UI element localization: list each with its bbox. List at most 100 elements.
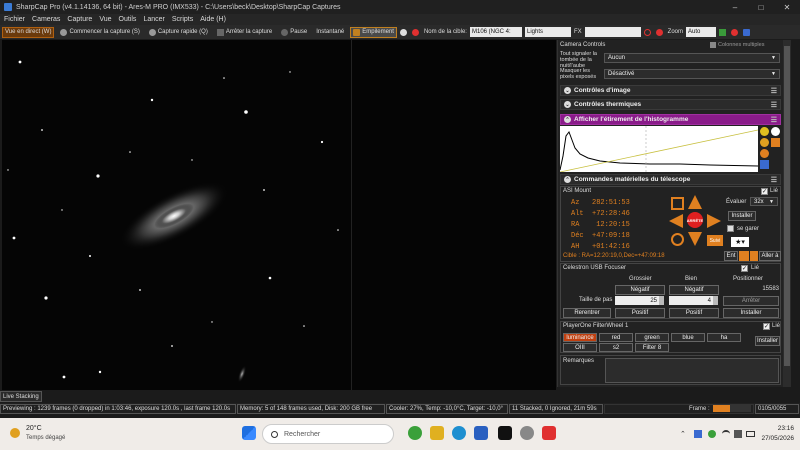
filter-s2-button[interactable]: s2 xyxy=(599,343,633,352)
retract-button[interactable]: Rerentrer xyxy=(563,308,611,318)
tray-chevron-icon[interactable]: ⌃ xyxy=(680,430,686,438)
zoom-select[interactable]: Auto xyxy=(686,27,716,37)
coarse-negative-button[interactable]: Négatif xyxy=(615,285,665,295)
filter-ha-button[interactable]: ha xyxy=(707,333,741,342)
goto-arrow-icon[interactable] xyxy=(739,251,749,261)
contrast-icon[interactable] xyxy=(771,127,780,136)
frame-type-select[interactable]: Lights xyxy=(524,27,571,37)
panel-scrollbar[interactable] xyxy=(783,40,791,387)
save-icon[interactable] xyxy=(760,160,769,169)
app-icon-4[interactable] xyxy=(474,426,488,440)
lock-icon[interactable] xyxy=(771,138,780,147)
volume-icon[interactable] xyxy=(734,430,742,438)
exposed-pixels-select[interactable]: Désactivé ▼ xyxy=(604,69,780,79)
menu-scripts[interactable]: Scripts xyxy=(172,16,193,23)
filterwheel-linked-checkbox[interactable]: ✓ xyxy=(763,323,770,330)
info-icon[interactable] xyxy=(760,127,769,136)
app-icon-2[interactable] xyxy=(430,426,444,440)
stop-capture-button[interactable]: Arrêter la capture xyxy=(214,27,275,38)
menu-help[interactable]: Aide (H) xyxy=(200,16,226,23)
spiral-icon[interactable] xyxy=(671,197,684,210)
filter-8-button[interactable]: Filter 8 xyxy=(635,343,669,352)
filter-red-button[interactable]: red xyxy=(599,333,633,342)
pause-button[interactable]: Pause xyxy=(278,27,310,38)
auto-stretch-icon[interactable] xyxy=(760,138,769,147)
filterwheel-install-button[interactable]: Installer xyxy=(755,336,780,346)
tray-app-icon[interactable] xyxy=(694,430,702,438)
menu-view[interactable]: Vue xyxy=(99,16,111,23)
live-stacking-tab[interactable]: Live Stacking xyxy=(0,391,42,402)
filter-blue-button[interactable]: blue xyxy=(671,333,705,342)
fine-step-spinner-icon[interactable] xyxy=(713,296,718,305)
minimize-button[interactable]: – xyxy=(722,0,748,14)
arrow-left-icon[interactable] xyxy=(669,214,683,228)
clock-date[interactable]: 27/05/2026 xyxy=(756,435,794,442)
live-view-button[interactable]: Vue en direct (W) xyxy=(2,26,55,38)
hamburger-icon[interactable]: ☰ xyxy=(771,87,777,95)
arrow-right-icon[interactable] xyxy=(707,214,721,228)
hamburger-icon[interactable]: ☰ xyxy=(771,116,777,124)
alert-icon[interactable] xyxy=(731,28,738,36)
nightfall-select[interactable]: Aucun ▼ xyxy=(604,53,780,63)
arrow-down-icon[interactable] xyxy=(688,232,702,246)
fine-negative-button[interactable]: Négatif xyxy=(669,285,719,295)
image-controls-header[interactable]: ⌄ Contrôles d'image ☰ xyxy=(560,85,781,96)
enter-button[interactable]: Ent xyxy=(724,251,738,261)
follow-button[interactable]: Suivi xyxy=(707,235,723,246)
wifi-icon[interactable] xyxy=(722,430,730,438)
arrow-up-icon[interactable] xyxy=(688,195,702,209)
maximize-button[interactable]: □ xyxy=(748,0,774,14)
weather-icon[interactable] xyxy=(10,428,20,438)
sharpcap-icon[interactable] xyxy=(542,426,556,440)
coarse-step-input[interactable]: 25 xyxy=(615,296,659,305)
target-name-input[interactable]: M106 (NGC 4: xyxy=(469,27,522,37)
crosshair-icon[interactable] xyxy=(643,28,651,36)
park-checkbox[interactable] xyxy=(727,225,734,232)
focuser-install-button[interactable]: Installer xyxy=(723,308,779,318)
mount-linked-checkbox[interactable]: ✓ xyxy=(761,188,768,195)
fine-positive-button[interactable]: Positif xyxy=(669,308,719,318)
reset-icon[interactable] xyxy=(760,149,769,158)
histogram-header[interactable]: ⌃ Afficher l'étirement de l'histogramme ☰ xyxy=(560,114,781,125)
stop-button[interactable]: ARRÊTE xyxy=(687,212,703,228)
fine-step-input[interactable]: 4 xyxy=(669,296,713,305)
menu-file[interactable]: Fichier xyxy=(4,16,25,23)
multi-columns-checkbox[interactable] xyxy=(710,42,716,48)
focuser-stop-button[interactable]: Arrêter xyxy=(723,296,779,306)
search-box[interactable]: Rechercher xyxy=(262,424,394,444)
fx-select[interactable] xyxy=(584,27,641,37)
hamburger-icon[interactable]: ☰ xyxy=(771,101,777,109)
coarse-step-spinner-icon[interactable] xyxy=(659,296,664,305)
goto-button[interactable]: Aller à xyxy=(759,251,781,261)
record-icon[interactable] xyxy=(399,28,407,36)
star-dropdown[interactable]: ★▾ xyxy=(731,237,749,247)
mount-install-button[interactable]: Installer xyxy=(728,211,756,221)
goto-pause-icon[interactable] xyxy=(750,251,758,261)
reticle-icon[interactable] xyxy=(655,28,663,36)
filter-green-button[interactable]: green xyxy=(635,333,669,342)
focuser-linked-checkbox[interactable]: ✓ xyxy=(741,265,748,272)
remarks-textarea[interactable] xyxy=(605,358,779,383)
app-icon-6[interactable] xyxy=(520,426,534,440)
rate-select[interactable]: 32x ▼ xyxy=(750,197,778,206)
image-viewport[interactable] xyxy=(2,40,556,390)
histogram-icon[interactable] xyxy=(719,28,726,36)
settings-icon[interactable] xyxy=(743,28,750,36)
menu-capture[interactable]: Capture xyxy=(67,16,92,23)
tray-icon-2[interactable] xyxy=(708,430,716,438)
histogram-plot[interactable] xyxy=(559,126,759,173)
weather-temp[interactable]: 20°C xyxy=(26,425,42,432)
thermal-controls-header[interactable]: ⌄ Contrôles thermiques ☰ xyxy=(560,99,781,110)
app-icon-5[interactable] xyxy=(498,426,512,440)
menu-launch[interactable]: Lancer xyxy=(143,16,164,23)
hamburger-icon[interactable]: ☰ xyxy=(771,176,777,184)
menu-tools[interactable]: Outils xyxy=(119,16,137,23)
edge-icon[interactable] xyxy=(452,426,466,440)
snapshot-button[interactable]: Instantané xyxy=(313,27,347,38)
start-icon[interactable] xyxy=(242,426,256,440)
coarse-positive-button[interactable]: Positif xyxy=(615,308,665,318)
battery-icon[interactable] xyxy=(746,431,755,437)
close-button[interactable]: ✕ xyxy=(774,0,800,14)
filter-oiii-button[interactable]: OIII xyxy=(563,343,597,352)
clock-time[interactable]: 23:16 xyxy=(760,425,794,432)
